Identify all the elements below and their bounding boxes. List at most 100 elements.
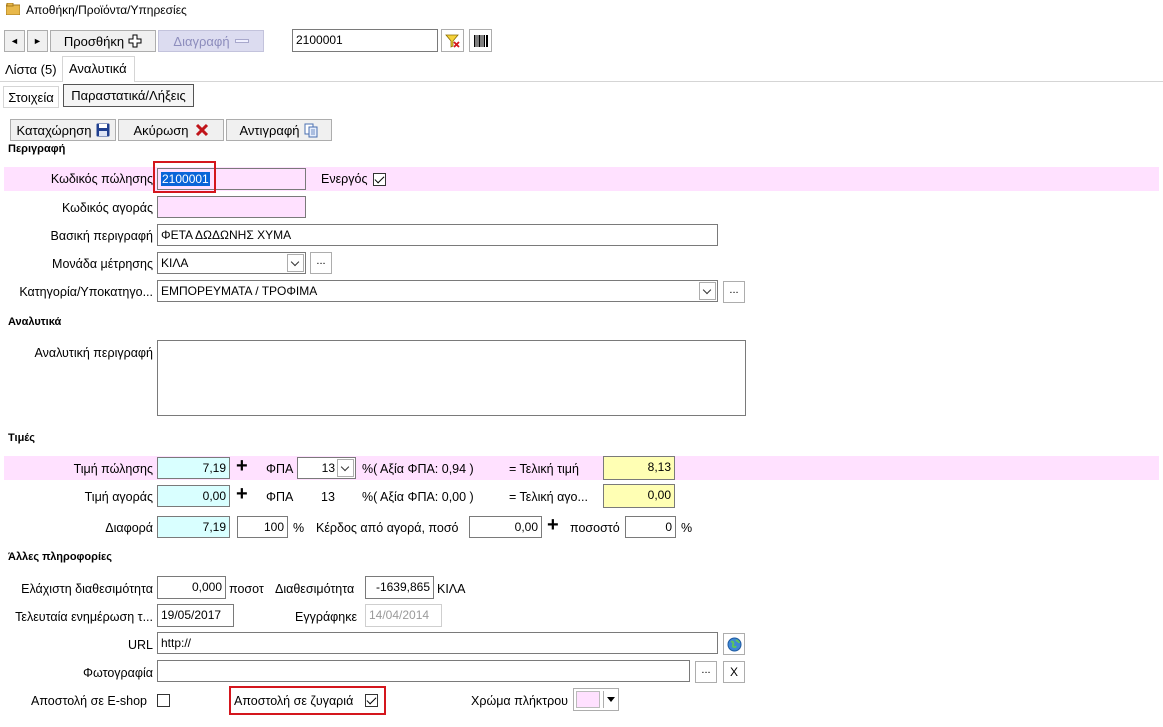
copy-icon bbox=[304, 123, 318, 137]
add-button-label: Προσθήκη bbox=[63, 33, 125, 49]
vat-sale-value: 13 bbox=[321, 461, 335, 475]
final-price-input[interactable]: 8,13 bbox=[603, 456, 675, 480]
category-select[interactable]: ΕΜΠΟΡΕΥΜΑΤΑ / ΤΡΟΦΙΜΑ bbox=[157, 280, 718, 302]
cancel-x-icon bbox=[195, 123, 208, 137]
min-availability-label: Ελάχιστη διαθεσιμότητα bbox=[21, 582, 153, 596]
save-button[interactable]: Καταχώρηση bbox=[10, 119, 116, 141]
delete-button-label: Διαγραφή bbox=[173, 33, 230, 49]
tab-details[interactable]: Αναλυτικά bbox=[62, 56, 135, 82]
unit-label: Μονάδα μέτρησης bbox=[52, 257, 153, 271]
cancel-button-label: Ακύρωση bbox=[133, 122, 189, 138]
search-code-input[interactable]: 2100001 bbox=[292, 29, 438, 52]
key-color-picker[interactable] bbox=[573, 688, 619, 711]
tab-strip-border bbox=[0, 81, 1163, 82]
vat-sale-info: %( Αξία ΦΠΑ: 0,94 ) bbox=[362, 462, 474, 476]
registered-input: 14/04/2014 bbox=[365, 604, 442, 627]
purchase-code-input[interactable] bbox=[157, 196, 306, 218]
final-price-label: = Τελική τιμή bbox=[509, 462, 579, 476]
sale-price-input[interactable]: 7,19 bbox=[157, 457, 230, 479]
plus-icon: + bbox=[547, 514, 559, 536]
folder-icon bbox=[6, 3, 20, 15]
vat-purchase-value: 13 bbox=[321, 490, 335, 504]
active-checkbox[interactable] bbox=[373, 173, 386, 186]
add-button[interactable]: Προσθήκη bbox=[50, 30, 156, 52]
unit-browse-button[interactable]: ... bbox=[310, 252, 332, 274]
title-bar: Αποθήκη/Προϊόντα/Υπηρεσίες bbox=[0, 0, 1163, 20]
eshop-label: Αποστολή σε E-shop bbox=[31, 694, 147, 708]
difference-label: Διαφορά bbox=[105, 521, 153, 535]
min-availability-input[interactable]: 0,000 bbox=[157, 576, 226, 599]
tab-details-label: Αναλυτικά bbox=[69, 61, 127, 76]
plus-icon bbox=[128, 34, 142, 48]
profit-percent-label: ποσοστό bbox=[570, 521, 620, 535]
barcode-icon bbox=[473, 34, 488, 47]
purchase-code-label: Κωδικός αγοράς bbox=[61, 201, 153, 215]
tab-list[interactable]: Λίστα (5) bbox=[5, 62, 57, 77]
eshop-checkbox[interactable] bbox=[157, 694, 170, 707]
subtab-documents[interactable]: Παραστατικά/Λήξεις bbox=[63, 84, 194, 107]
url-input[interactable]: http:// bbox=[157, 632, 718, 654]
globe-icon bbox=[727, 637, 741, 651]
category-browse-button[interactable]: ... bbox=[723, 281, 745, 303]
key-color-divider bbox=[603, 691, 604, 708]
final-purchase-label: = Τελική αγο... bbox=[509, 490, 588, 504]
photo-clear-button[interactable]: X bbox=[723, 661, 745, 683]
final-purchase-input[interactable]: 0,00 bbox=[603, 484, 675, 508]
basic-description-label: Βασική περιγραφή bbox=[50, 229, 153, 243]
vat-dropdown-arrow-icon[interactable] bbox=[337, 459, 354, 477]
difference-percent-sign: % bbox=[293, 521, 305, 535]
key-color-swatch bbox=[576, 691, 600, 708]
barcode-button[interactable] bbox=[469, 29, 492, 52]
availability-input[interactable]: -1639,865 bbox=[365, 576, 434, 599]
subtab-info[interactable]: Στοιχεία bbox=[3, 86, 59, 108]
copy-button-label: Αντιγραφή bbox=[239, 122, 300, 138]
difference-percent-input[interactable]: 100 bbox=[237, 516, 288, 538]
unit-select[interactable]: ΚΙΛΑ bbox=[157, 252, 306, 274]
plus-icon: + bbox=[236, 455, 248, 477]
vat-sale-label: ΦΠΑ bbox=[266, 462, 294, 476]
sale-price-label: Τιμή πώλησης bbox=[73, 462, 153, 476]
photo-input[interactable] bbox=[157, 660, 690, 682]
save-button-label: Καταχώρηση bbox=[16, 122, 92, 138]
active-label: Ενεργός bbox=[321, 172, 368, 186]
floppy-disk-icon bbox=[96, 123, 109, 137]
profit-amount-input[interactable]: 0,00 bbox=[469, 516, 542, 538]
section-description: Περιγραφή bbox=[8, 143, 66, 155]
key-color-label: Χρώμα πλήκτρου bbox=[471, 694, 569, 708]
photo-label: Φωτογραφία bbox=[83, 666, 153, 680]
category-dropdown-arrow-icon[interactable] bbox=[699, 282, 716, 300]
open-url-button[interactable] bbox=[723, 633, 745, 655]
availability-label: Διαθεσιμότητα bbox=[275, 582, 355, 596]
scale-label: Αποστολή σε ζυγαριά bbox=[234, 694, 354, 708]
section-other-info: Άλλες πληροφορίες bbox=[8, 551, 112, 563]
min-availability-unit: ποσοτ bbox=[229, 582, 264, 596]
long-description-textarea[interactable] bbox=[157, 340, 746, 416]
prev-record-button[interactable]: ◄ bbox=[4, 30, 25, 52]
vat-sale-select[interactable]: 13 bbox=[297, 457, 356, 479]
last-update-label: Τελευταία ενημέρωση τ... bbox=[15, 610, 153, 624]
plus-icon: + bbox=[236, 483, 248, 505]
copy-button[interactable]: Αντιγραφή bbox=[226, 119, 332, 141]
clear-filter-button[interactable] bbox=[441, 29, 464, 52]
long-description-label: Αναλυτική περιγραφή bbox=[34, 346, 154, 360]
difference-input[interactable]: 7,19 bbox=[157, 516, 230, 538]
sale-code-label: Κωδικός πώλησης bbox=[50, 172, 153, 186]
highlight-box-sale-code bbox=[153, 161, 216, 193]
purchase-price-input[interactable]: 0,00 bbox=[157, 485, 230, 507]
profit-percent-input[interactable]: 0 bbox=[625, 516, 676, 538]
scale-checkbox[interactable] bbox=[365, 694, 378, 707]
vat-purchase-label: ΦΠΑ bbox=[266, 490, 294, 504]
delete-button[interactable]: Διαγραφή bbox=[158, 30, 264, 52]
category-select-value: ΕΜΠΟΡΕΥΜΑΤΑ / ΤΡΟΦΙΜΑ bbox=[161, 284, 318, 298]
basic-description-input[interactable]: ΦΕΤΑ ΔΩΔΩΝΗΣ ΧΥΜΑ bbox=[157, 224, 718, 246]
registered-label: Εγγράφηκε bbox=[295, 610, 358, 624]
next-record-button[interactable]: ► bbox=[27, 30, 48, 52]
cancel-button[interactable]: Ακύρωση bbox=[118, 119, 224, 141]
unit-dropdown-arrow-icon[interactable] bbox=[287, 254, 304, 272]
photo-browse-button[interactable]: ... bbox=[695, 661, 717, 683]
last-update-input[interactable]: 19/05/2017 bbox=[157, 604, 234, 627]
profit-label: Κέρδος από αγορά, ποσό bbox=[316, 521, 459, 535]
category-label: Κατηγορία/Υποκατηγο... bbox=[19, 285, 153, 299]
availability-unit: ΚΙΛΑ bbox=[437, 582, 466, 596]
key-color-dropdown-arrow-icon[interactable] bbox=[607, 697, 615, 702]
